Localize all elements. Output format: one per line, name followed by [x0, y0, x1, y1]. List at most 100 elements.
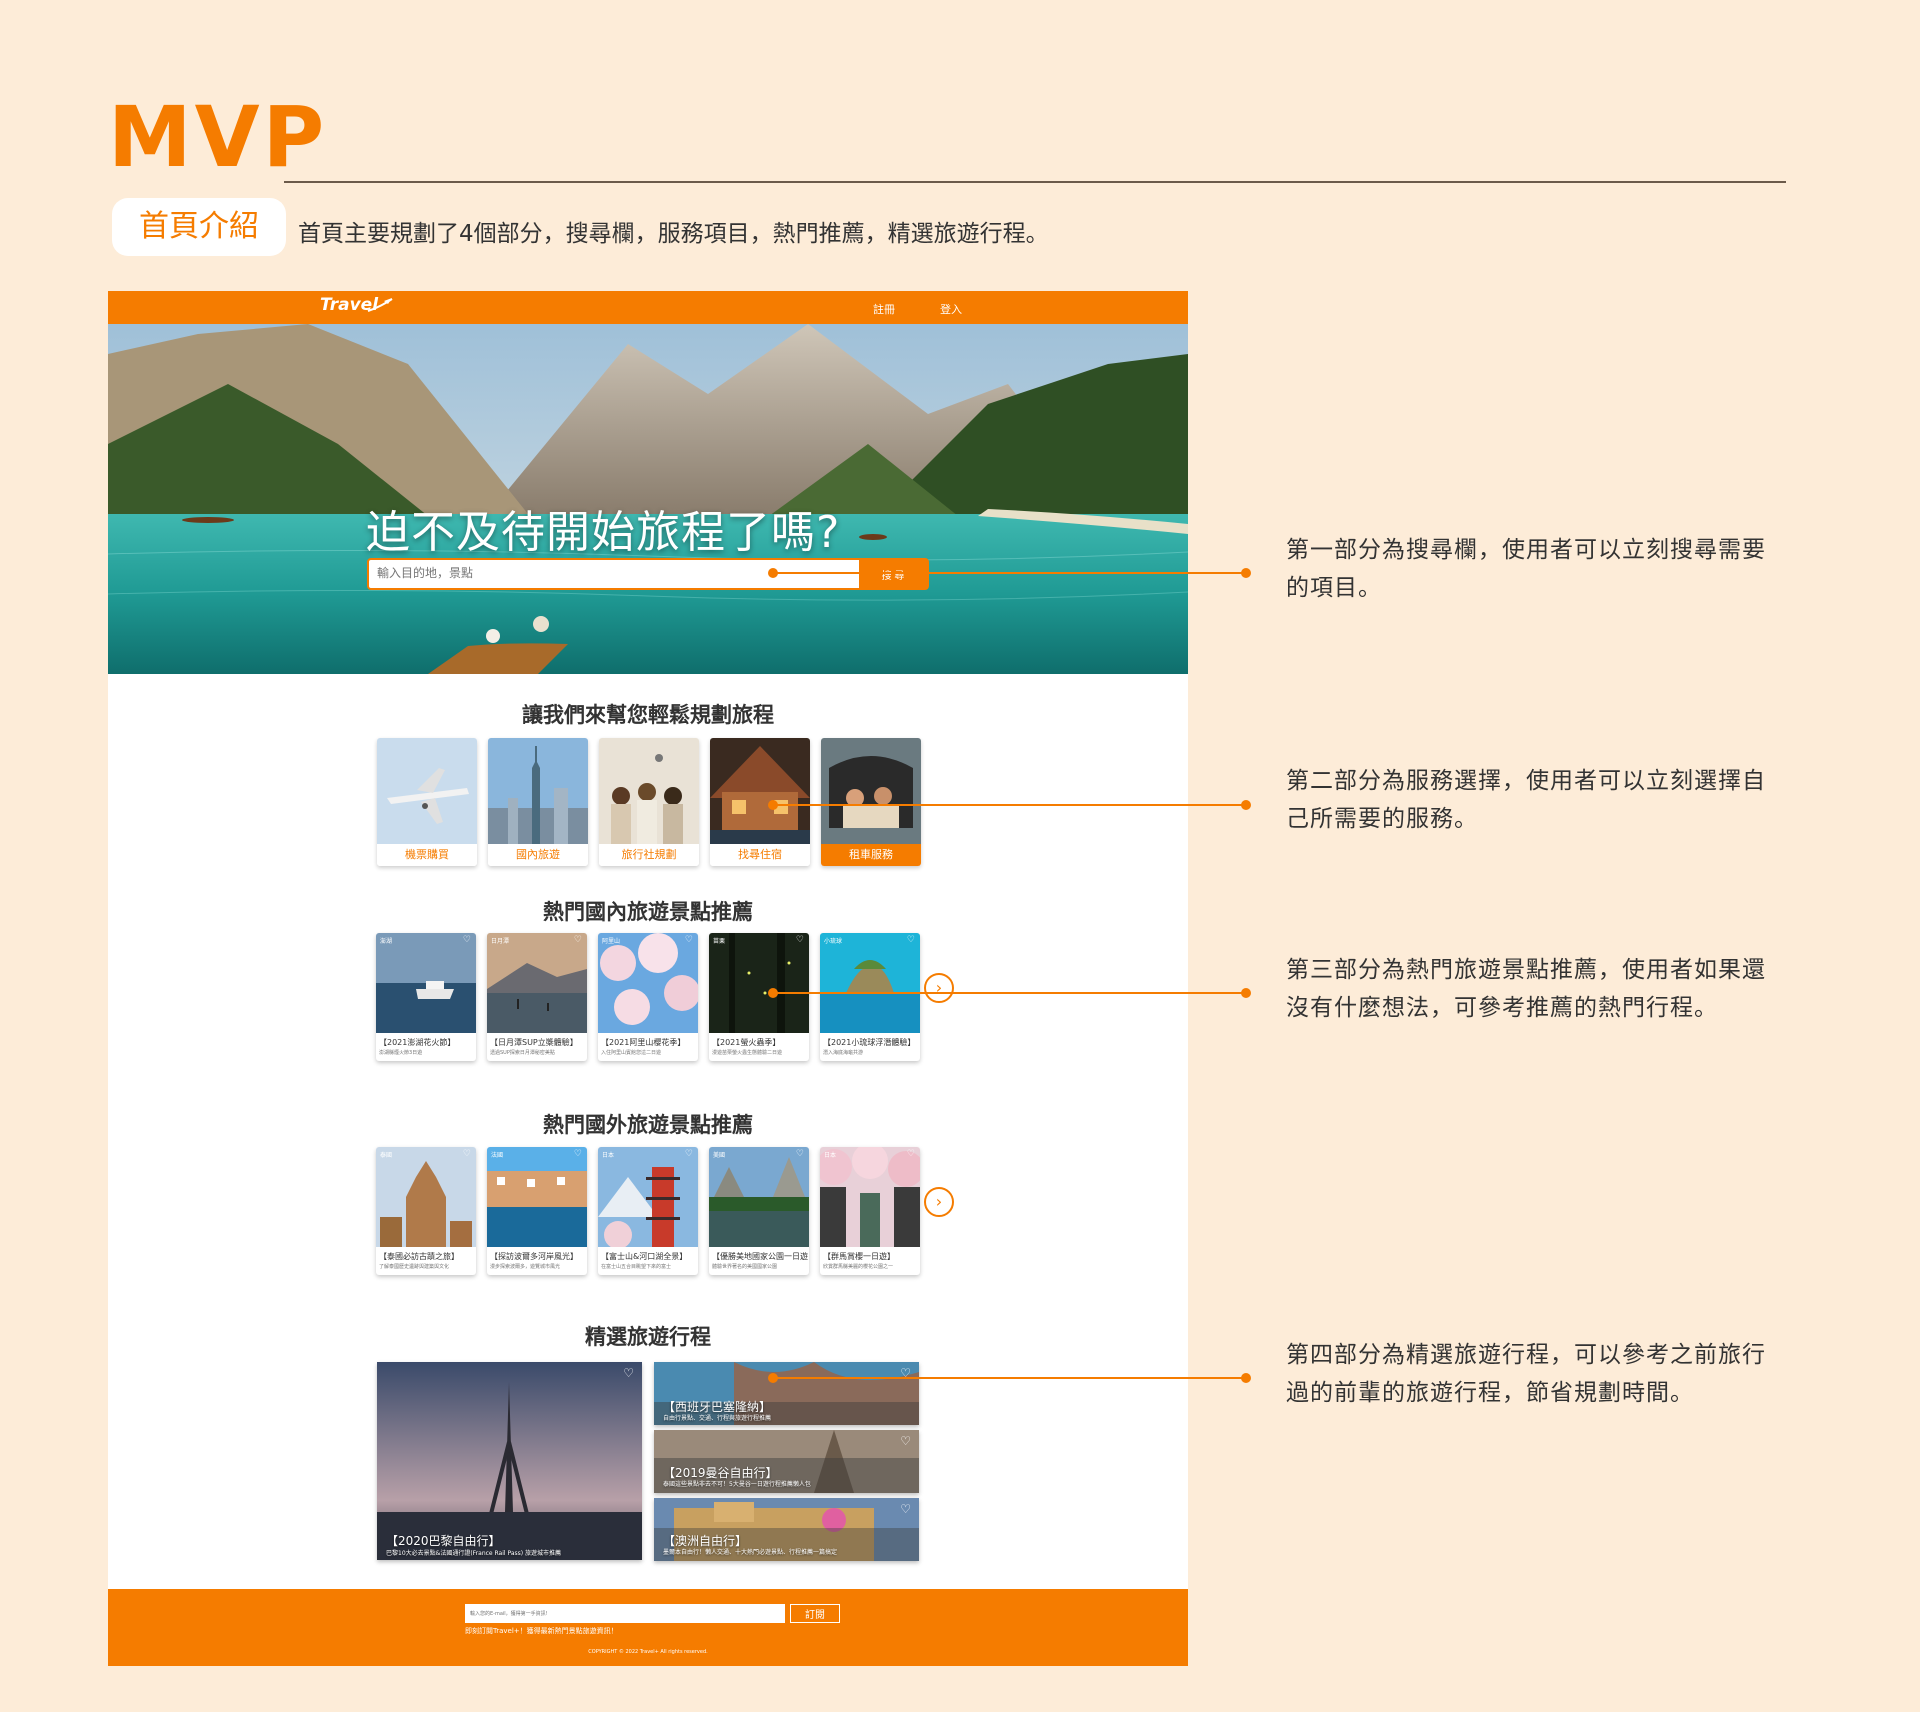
annotation-dot: [1241, 568, 1251, 578]
domestic-card[interactable]: 阿里山 ♡ 【2021阿里山櫻花季】 入住阿里山賓館您這二日遊: [598, 933, 698, 1061]
hero-banner: 迫不及待開始旅程了嗎? 搜 尋: [108, 324, 1188, 674]
heart-icon[interactable]: ♡: [796, 1149, 804, 1159]
heart-icon[interactable]: ♡: [463, 935, 471, 945]
overseas-card[interactable]: 美國 ♡ 【優勝美地國家公園一日遊】 體驗世界著名的美國國家公園: [709, 1147, 809, 1275]
subscribe-button[interactable]: 訂閱: [790, 1604, 840, 1623]
service-domestic[interactable]: 國內旅遊: [488, 738, 588, 866]
register-link[interactable]: 註冊: [873, 301, 895, 317]
service-flight[interactable]: 機票購買: [377, 738, 477, 866]
cabin-photo: [710, 738, 810, 844]
annotation-recommendations: 第三部分為熱門旅遊景點推薦，使用者如果還沒有什麼想法，可參考推薦的熱門行程。: [1286, 957, 1766, 1021]
annotation-itineraries: 第四部分為精選旅遊行程，可以參考之前旅行過的前輩的旅遊行程，節省規劃時間。: [1286, 1342, 1766, 1406]
domestic-card[interactable]: 澎湖 ♡ 【2021澎湖花火節】 澎湖縣煙火節3日遊: [376, 933, 476, 1061]
taipei101-photo: [488, 738, 588, 844]
card-title: 【2021小琉球浮潛體驗】: [823, 1038, 916, 1047]
card-desc: 在富士山五合目眺望下來的富士: [601, 1264, 672, 1270]
location-badge: 日月潭: [491, 938, 510, 945]
heart-icon[interactable]: ♡: [685, 1149, 693, 1159]
overseas-card[interactable]: 泰國 ♡ 【泰國必訪古蹟之旅】 了解泰國歷史遺跡與建築與文化: [376, 1147, 476, 1275]
heart-icon[interactable]: ♡: [907, 935, 915, 945]
card-title: 【日月潭SUP立槳體驗】: [490, 1038, 578, 1047]
location-badge: 日本: [602, 1152, 615, 1159]
service-flight-label: 機票購買: [377, 844, 477, 866]
annotation-line: [773, 572, 1246, 574]
card-title: 【富士山&河口湖全景】: [601, 1252, 688, 1261]
itinerary-desc: 墨爾本自由行！懶人交通、十大熱門必遊景點、行程推薦一篇搞定: [663, 1549, 838, 1556]
search-button-label: 搜 尋: [881, 570, 905, 582]
itinerary-card-paris[interactable]: ♡ 【2020巴黎自由行】 巴黎10大必去景點&法國通行證(France Rai…: [377, 1362, 642, 1560]
heart-icon[interactable]: ♡: [623, 1366, 634, 1380]
service-agency-label: 旅行社規劃: [599, 844, 699, 866]
title-divider: [284, 181, 1786, 183]
itinerary-card-barcelona[interactable]: ♡ 【西班牙巴塞隆納】 自由行景點、交通、行程與旅遊行程推薦: [654, 1362, 919, 1425]
homepage-mockup: Travel 註冊 登入 迫不及待開始旅程了嗎? 輸入目的地，景點 搜 尋 讓我…: [108, 291, 1188, 1666]
heart-icon[interactable]: ♡: [574, 935, 582, 945]
itinerary-card-bangkok[interactable]: ♡ 【2019曼谷自由行】 泰國這些景點非去不可！5大曼谷一日遊行程推薦懶人包: [654, 1430, 919, 1493]
card-desc: 澎湖縣煙火節3日遊: [379, 1050, 423, 1056]
service-car-rental-label: 租車服務: [821, 844, 921, 866]
annotation-search: 第一部分為搜尋欄，使用者可以立刻搜尋需要的項目。: [1286, 537, 1766, 601]
overseas-title: 熱門國外旅遊景點推薦: [543, 1113, 753, 1137]
location-badge: 澎湖: [380, 938, 393, 945]
location-badge: 法國: [491, 1152, 504, 1159]
card-title: 【泰國必訪古蹟之旅】: [379, 1252, 459, 1261]
flower-vase-rock-photo: [820, 933, 920, 1033]
heart-icon[interactable]: ♡: [463, 1149, 471, 1159]
location-badge: 阿里山: [602, 938, 621, 945]
card-desc: 入住阿里山賓館您這二日遊: [601, 1050, 662, 1056]
heart-icon[interactable]: ♡: [685, 935, 693, 945]
card-title: 【群馬賞櫻一日遊】: [823, 1252, 895, 1261]
mount-fuji-pagoda-photo: [598, 1147, 698, 1247]
location-badge: 小琉球: [824, 938, 843, 945]
domestic-card[interactable]: 日月潭 ♡ 【日月潭SUP立槳體驗】 透過SUP探索日月潭秘密美點: [487, 933, 587, 1061]
card-desc: 體驗世界著名的美國國家公園: [712, 1264, 778, 1270]
annotation-dot: [1241, 800, 1251, 810]
penghu-ferry-photo: [376, 933, 476, 1033]
card-desc: 欣賞群馬縣美麗的櫻花公園之一: [823, 1264, 894, 1270]
domestic-card[interactable]: 小琉球 ♡ 【2021小琉球浮潛體驗】 潛入海底海龜共游: [820, 933, 920, 1061]
subscribe-email-input[interactable]: [465, 1604, 785, 1623]
cherry-blossom-photo: [598, 933, 698, 1033]
card-desc: 透過SUP探索日月潭秘密美點: [490, 1050, 555, 1056]
heart-icon[interactable]: ♡: [907, 1149, 915, 1159]
location-badge: 美國: [713, 1152, 726, 1159]
itineraries-title: 精選旅遊行程: [585, 1325, 711, 1349]
annotation-line: [773, 804, 1246, 806]
heart-icon[interactable]: ♡: [574, 1149, 582, 1159]
overseas-card[interactable]: 日本 ♡ 【群馬賞櫻一日遊】 欣賞群馬縣美麗的櫻花公園之一: [820, 1147, 920, 1275]
heart-icon[interactable]: ♡: [900, 1502, 911, 1516]
overseas-card[interactable]: 日本 ♡ 【富士山&河口湖全景】 在富士山五合目眺望下來的富士: [598, 1147, 698, 1275]
overseas-card[interactable]: 法國 ♡ 【探訪波爾多河岸風光】 漫步探索波爾多，遊覽城市風光: [487, 1147, 587, 1275]
section-pill: 首頁介紹: [112, 198, 286, 256]
firefly-forest-photo: [709, 933, 809, 1033]
itinerary-desc: 自由行景點、交通、行程與旅遊行程推薦: [663, 1415, 772, 1422]
intro-text: 首頁主要規劃了4個部分，搜尋欄，服務項目，熱門推薦，精選旅遊行程。: [298, 221, 1049, 247]
service-lodging[interactable]: 找尋住宿: [710, 738, 810, 866]
navbar: Travel 註冊 登入: [108, 291, 1188, 324]
car-trunk-photo: [821, 738, 921, 844]
eiffel-tower-photo: [377, 1362, 642, 1560]
search-bar: 搜 尋: [367, 558, 929, 590]
heart-icon[interactable]: ♡: [796, 935, 804, 945]
overseas-next-button[interactable]: ›: [924, 1187, 954, 1217]
thai-temple-photo: [376, 1147, 476, 1247]
annotation-dot: [1241, 1373, 1251, 1383]
service-car-rental[interactable]: 租車服務: [821, 738, 921, 866]
heart-icon[interactable]: ♡: [900, 1434, 911, 1448]
login-link[interactable]: 登入: [940, 301, 962, 317]
chevron-right-icon: ›: [935, 1192, 943, 1211]
site-footer: 訂閱 即刻訂閱Travel+！獲得最新熱門景點旅遊資訊！ COPYRIGHT ©…: [108, 1589, 1188, 1666]
service-agency[interactable]: 旅行社規劃: [599, 738, 699, 866]
search-input[interactable]: [377, 566, 757, 580]
domestic-next-button[interactable]: ›: [924, 973, 954, 1003]
itinerary-desc: 泰國這些景點非去不可！5大曼谷一日遊行程推薦懶人包: [663, 1481, 811, 1488]
search-button[interactable]: 搜 尋: [859, 560, 927, 588]
card-title: 【2021螢火蟲季】: [712, 1038, 781, 1047]
location-badge: 苗栗: [713, 938, 726, 945]
friends-photo: [599, 738, 699, 844]
annotation-services: 第二部分為服務選擇，使用者可以立刻選擇自己所需要的服務。: [1286, 768, 1766, 832]
plane-icon: [367, 298, 393, 312]
domestic-card[interactable]: 苗栗 ♡ 【2021螢火蟲季】 漫遊苗栗螢火蟲生態體驗二日遊: [709, 933, 809, 1061]
annotation-line: [773, 1377, 1246, 1379]
itinerary-card-australia[interactable]: ♡ 【澳洲自由行】 墨爾本自由行！懶人交通、十大熱門必遊景點、行程推薦一篇搞定: [654, 1498, 919, 1561]
